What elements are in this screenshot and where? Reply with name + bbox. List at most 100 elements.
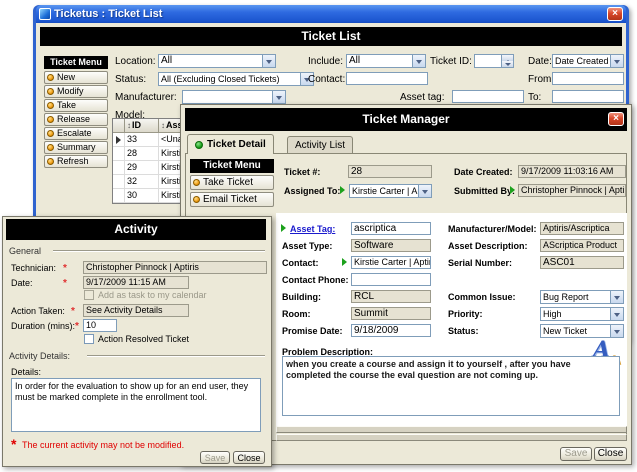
assigned-to-label: Assigned To: [284,185,340,198]
chevron-down-icon[interactable] [610,325,623,337]
chevron-down-icon[interactable] [610,55,623,67]
menu-item-new[interactable]: New [44,71,108,84]
menu-item-escalate[interactable]: Escalate [44,127,108,140]
manufacturer-value [183,91,272,103]
manufacturer-model-label: Manufacturer/Model: [448,223,537,236]
menu-item-modify[interactable]: Modify [44,85,108,98]
section-divider [87,355,265,357]
spin-down-icon[interactable] [502,61,513,67]
ticket-id-value[interactable] [475,55,501,67]
cell-id: 28 [125,147,159,160]
contact-filter-input[interactable] [346,72,428,85]
tab-activity-list[interactable]: Activity List [287,136,353,154]
contact-phone-field[interactable] [351,273,431,286]
asset-tag-field[interactable]: ascriptica [351,222,431,235]
contact-phone-label: Contact Phone: [282,274,349,287]
assigned-to-value: Kirstie Carter | Aptiris [350,185,418,197]
contact-field[interactable]: Kirstie Carter | Aptiris [351,256,431,269]
go-arrow-icon[interactable] [281,224,286,232]
promise-date-field[interactable]: 9/18/2009 [351,324,431,337]
chevron-down-icon[interactable] [418,185,431,197]
go-arrow-icon[interactable] [342,258,347,266]
menu-item-label: Release [57,114,90,125]
duration-label: Duration (mins): [11,320,75,333]
bullet-icon [47,102,54,109]
row-selector [113,189,125,202]
status-label: Status: [115,73,146,86]
asset-tag-filter-input[interactable] [452,90,524,103]
priority-label: Priority: [448,308,483,321]
asset-tag-filter-label: Asset tag: [400,91,444,104]
assigned-to-select[interactable]: Kirstie Carter | Aptiris [349,184,432,198]
titlebar[interactable]: Ticketus : Ticket List × [36,5,626,23]
menu-item-summary[interactable]: Summary [44,141,108,154]
required-marker: * [63,262,67,275]
action-taken-field: See Activity Details [83,304,189,317]
common-issue-value: Bug Report [541,291,610,303]
row-selector [113,147,125,160]
go-arrow-icon[interactable] [510,186,515,194]
duration-field[interactable]: 10 [83,319,117,332]
ticket-no-label: Ticket #: [284,166,320,179]
problem-description-textarea[interactable]: when you create a course and assign it t… [282,356,620,416]
details-textarea[interactable]: In order for the evaluation to show up f… [11,378,261,432]
app-icon [39,8,51,20]
asset-section: Asset Tag: ascriptica Asset Type: Softwa… [276,213,627,426]
close-button[interactable]: Close [233,451,265,464]
date-created-label: Date Created: [454,166,513,179]
column-label: ID [132,120,141,130]
menu-item-refresh[interactable]: Refresh [44,155,108,168]
close-button[interactable]: Close [594,447,627,461]
from-input[interactable] [552,72,624,85]
ticket-no-field: 28 [348,165,432,178]
common-issue-select[interactable]: Bug Report [540,290,624,304]
chevron-down-icon[interactable] [610,291,623,303]
include-select[interactable]: All [346,54,426,68]
bullet-icon [47,130,54,137]
priority-select[interactable]: High [540,307,624,321]
chevron-down-icon[interactable] [610,308,623,320]
action-taken-label: Action Taken: [11,305,65,318]
menu-item-label: New [57,72,75,83]
menu-item-label: Modify [57,86,84,97]
chevron-down-icon[interactable] [272,91,285,103]
tab-label: Activity List [295,140,345,151]
menu-item-take-ticket[interactable]: Take Ticket [190,175,274,190]
cell-id: 29 [125,161,159,174]
date-label: Date: [528,55,552,68]
room-label: Room: [282,308,311,321]
chevron-down-icon[interactable] [262,55,275,67]
menu-item-email-ticket[interactable]: Email Ticket [190,192,274,207]
bullet-icon [193,179,200,186]
cell-id: 33 [125,133,159,146]
menu-item-take[interactable]: Take [44,99,108,112]
divider-bar [276,434,627,441]
ticket-id-label: Ticket ID: [430,55,472,68]
column-header-id[interactable]: ↕ID [125,119,159,132]
asset-description-field: AScriptica Product [540,239,624,252]
go-arrow-icon[interactable] [340,186,345,194]
status-select[interactable]: All (Excluding Closed Tickets) [158,72,314,86]
status-field-select[interactable]: New Ticket [540,324,624,338]
close-icon[interactable]: × [608,112,624,126]
current-row-icon [116,136,121,144]
date-type-select[interactable]: Date Created [552,54,624,68]
bullet-icon [47,144,54,151]
resolved-checkbox[interactable] [84,334,94,344]
chevron-down-icon[interactable] [412,55,425,67]
location-select[interactable]: All [158,54,276,68]
calendar-checkbox [84,290,94,300]
row-selector [113,161,125,174]
close-icon[interactable]: × [607,7,623,21]
to-input[interactable] [552,90,624,103]
menu-item-release[interactable]: Release [44,113,108,126]
calendar-checkbox-label: Add as task to my calendar [98,289,207,302]
ticket-id-stepper[interactable] [474,54,514,68]
menu-item-label: Take [57,100,76,111]
asset-tag-link[interactable]: Asset Tag: [290,223,335,236]
bullet-icon [47,116,54,123]
manufacturer-select[interactable] [182,90,286,104]
tab-ticket-detail[interactable]: Ticket Detail [187,134,274,154]
menu-item-label: Escalate [57,128,92,139]
submitted-by-field: Christopher Pinnock | Aptiris [518,184,626,197]
